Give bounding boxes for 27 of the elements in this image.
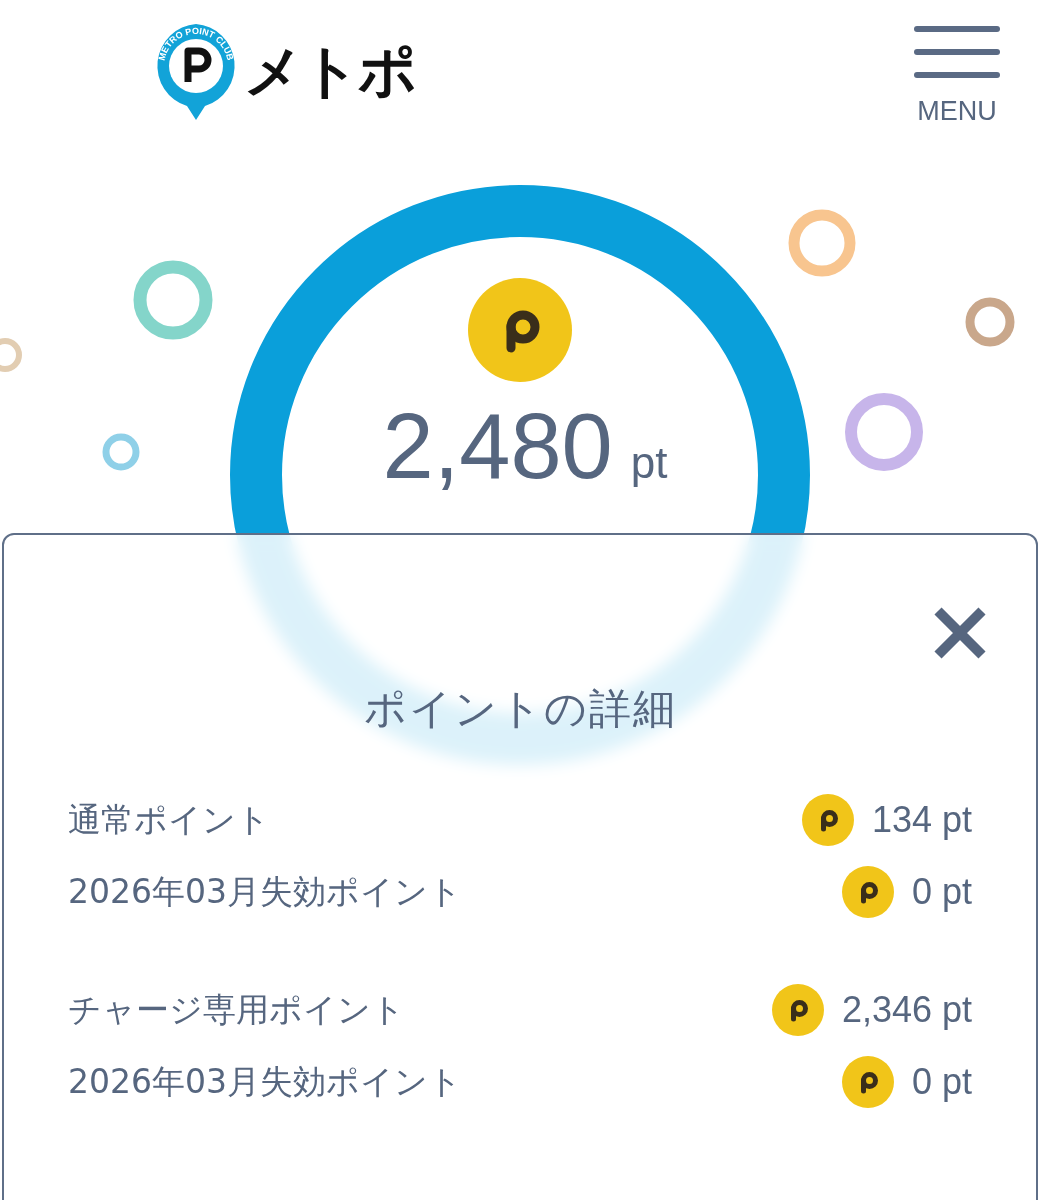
point-coin-icon [841, 866, 894, 918]
point-balance: 2,480 [382, 394, 613, 499]
point-coin-icon [841, 1056, 894, 1108]
point-coin-icon [771, 984, 824, 1036]
close-icon [932, 605, 988, 661]
point-value: 0 pt [911, 1061, 972, 1103]
point-label: 2026年03月失効ポイント [68, 1060, 462, 1103]
dialog-title: ポイントの詳細 [362, 683, 678, 735]
ring-icon [965, 297, 1015, 347]
ring-icon [788, 209, 856, 277]
point-coin-icon [468, 278, 572, 382]
point-label: チャージ専用ポイント [68, 988, 405, 1031]
point-label: 2026年03月失効ポイント [68, 870, 462, 913]
menu-button[interactable]: MENU [914, 26, 1000, 127]
close-button[interactable] [932, 605, 988, 661]
point-value: 134 pt [871, 799, 972, 841]
point-unit: pt [630, 438, 668, 488]
ring-icon [102, 433, 140, 471]
point-label: 通常ポイント [68, 798, 270, 841]
ring-icon [845, 393, 923, 471]
ring-icon [133, 260, 213, 340]
menu-icon [914, 26, 1000, 78]
point-value: 0 pt [911, 871, 972, 913]
point-value: 2,346 pt [841, 989, 972, 1031]
point-coin-icon [801, 794, 854, 846]
logo-text: メトポ [244, 36, 415, 107]
ring-icon [0, 338, 22, 372]
